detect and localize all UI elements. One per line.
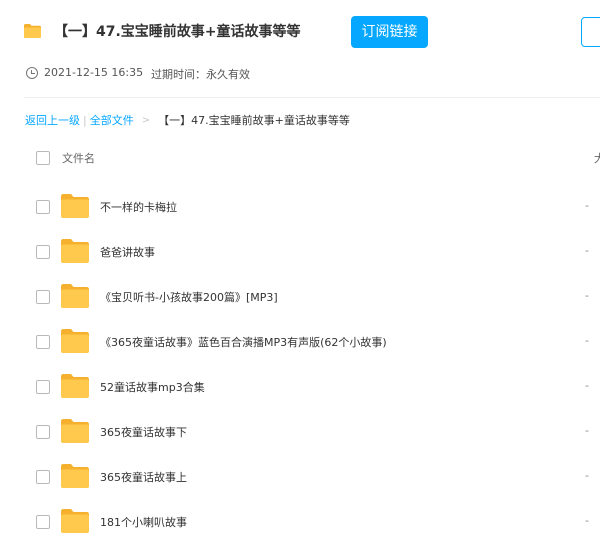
file-size: - — [585, 289, 589, 302]
table-row[interactable]: 181个小喇叭故事 - — [0, 498, 600, 543]
file-size: - — [585, 514, 589, 527]
column-header-filename[interactable]: 文件名 — [62, 150, 95, 166]
file-size: - — [585, 199, 589, 212]
row-checkbox[interactable] — [36, 335, 50, 349]
table-row[interactable]: 格林童话故事- — [0, 173, 600, 183]
row-checkbox[interactable] — [36, 245, 50, 259]
subscribe-link-button[interactable]: 订阅链接 — [351, 16, 428, 48]
folder-icon — [61, 509, 89, 533]
table-row[interactable]: 365夜童话故事下 - — [0, 408, 600, 453]
row-checkbox[interactable] — [36, 380, 50, 394]
folder-icon — [61, 239, 89, 263]
file-size: - — [585, 334, 589, 347]
folder-icon — [24, 24, 41, 38]
save-to-netdisk-button[interactable] — [581, 17, 600, 47]
back-link[interactable]: 返回上一级 — [25, 112, 80, 128]
table-row[interactable]: 《宝贝听书-小孩故事200篇》[MP3] - — [0, 273, 600, 318]
file-name[interactable]: 181个小喇叭故事 — [100, 514, 187, 530]
clock-icon — [26, 67, 38, 79]
file-name[interactable]: 不一样的卡梅拉 — [100, 199, 177, 215]
table-row[interactable]: 《365夜童话故事》蓝色百合演播MP3有声版(62个小故事) - — [0, 318, 600, 363]
table-row[interactable]: 爸爸讲故事 - — [0, 228, 600, 273]
table-row[interactable]: 不一样的卡梅拉 - — [0, 183, 600, 228]
file-size: - — [585, 469, 589, 482]
folder-icon — [61, 329, 89, 353]
file-list[interactable]: 格林童话故事-不一样的卡梅拉-爸爸讲故事-《宝贝听书-小孩故事200篇》[MP3… — [0, 173, 600, 549]
breadcrumb-separator: | — [83, 113, 87, 127]
column-header-size[interactable]: 大 — [594, 150, 600, 166]
row-checkbox[interactable] — [36, 515, 50, 529]
divider — [24, 97, 600, 98]
file-name[interactable]: 365夜童话故事上 — [100, 469, 187, 485]
row-checkbox[interactable] — [36, 200, 50, 214]
file-size: - — [585, 379, 589, 392]
select-all-checkbox[interactable] — [36, 151, 50, 165]
share-title: 【一】47.宝宝睡前故事+童话故事等等 — [54, 24, 301, 40]
file-name[interactable]: 52童话故事mp3合集 — [100, 379, 205, 395]
breadcrumb: 返回上一级 | 全部文件 > 【一】47.宝宝睡前故事+童话故事等等 — [25, 112, 350, 128]
table-row[interactable]: 52童话故事mp3合集 - — [0, 363, 600, 408]
row-checkbox[interactable] — [36, 425, 50, 439]
share-date: 2021-12-15 16:35 — [44, 66, 144, 79]
folder-icon — [61, 464, 89, 488]
chevron-right-icon: > — [141, 114, 151, 126]
row-checkbox[interactable] — [36, 290, 50, 304]
all-files-link[interactable]: 全部文件 — [90, 112, 134, 128]
breadcrumb-current: 【一】47.宝宝睡前故事+童话故事等等 — [158, 114, 350, 127]
row-checkbox[interactable] — [36, 470, 50, 484]
expire-time: 过期时间：永久有效 — [151, 68, 250, 81]
folder-icon — [61, 284, 89, 308]
folder-icon — [61, 419, 89, 443]
folder-icon — [61, 374, 89, 398]
table-row[interactable]: 365夜童话故事上 - — [0, 453, 600, 498]
file-name[interactable]: 《365夜童话故事》蓝色百合演播MP3有声版(62个小故事) — [100, 334, 387, 350]
file-size: - — [585, 424, 589, 437]
file-name[interactable]: 《宝贝听书-小孩故事200篇》[MP3] — [100, 289, 278, 305]
file-name[interactable]: 爸爸讲故事 — [100, 244, 155, 260]
file-name[interactable]: 365夜童话故事下 — [100, 424, 187, 440]
file-size: - — [585, 244, 589, 257]
folder-icon — [61, 194, 89, 218]
